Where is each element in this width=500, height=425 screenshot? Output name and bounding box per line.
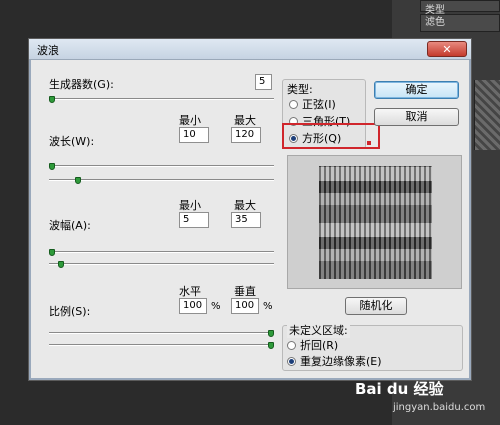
close-button[interactable]: ✕ <box>427 41 467 57</box>
type-group-label: 类型: <box>287 83 313 96</box>
scale-vertical-input[interactable]: 100 <box>231 298 259 314</box>
wavelength-max-header: 最大 <box>234 114 256 127</box>
wavelength-label: 波长(W): <box>49 135 95 148</box>
radio-icon <box>287 356 296 366</box>
generators-label: 生成器数(G): <box>49 78 114 91</box>
watermark-url: jingyan.baidu.com <box>393 402 486 413</box>
wrap-around-radio[interactable]: 折回(R) <box>287 337 338 353</box>
undefined-area-label: 未定义区域: <box>287 322 350 338</box>
annotation-dot <box>367 141 371 145</box>
dialog-titlebar[interactable]: 波浪 ✕ <box>29 39 471 60</box>
scale-vertical-unit: % <box>263 301 273 312</box>
amplitude-min-slider-thumb[interactable] <box>49 249 55 256</box>
panel-tab-filter-label: 滤色 <box>425 17 445 28</box>
annotation-highlight-box <box>282 123 380 149</box>
repeat-edge-pixels-radio[interactable]: 重复边缘像素(E) <box>287 353 382 369</box>
amplitude-max-input[interactable]: 35 <box>231 212 261 228</box>
panel-tab-filter[interactable]: 滤色 <box>420 14 500 32</box>
scale-horizontal-unit: % <box>211 301 221 312</box>
panel-tab-type[interactable]: 类型 <box>420 0 500 16</box>
amplitude-min-slider-track[interactable] <box>49 251 274 253</box>
generators-slider-track[interactable] <box>49 98 274 100</box>
scale-horizontal-header: 水平 <box>179 285 201 298</box>
baidu-logo-watermark: Bai du 经验 <box>355 380 444 398</box>
type-sine-radio[interactable]: 正弦(I) <box>289 96 336 112</box>
layer-thumbnail <box>474 80 500 150</box>
wrap-around-label: 折回(R) <box>300 339 339 352</box>
preview-area <box>287 155 462 289</box>
scale-vertical-slider-track[interactable] <box>49 344 274 346</box>
wave-dialog: 波浪 ✕ 生成器数(G): 5 最小 最大 波长(W): 10 120 最小 最… <box>28 38 472 381</box>
wavelength-max-slider-track[interactable] <box>49 179 274 181</box>
generators-slider-thumb[interactable] <box>49 96 55 103</box>
amplitude-min-input[interactable]: 5 <box>179 212 209 228</box>
wavelength-min-slider-thumb[interactable] <box>49 163 55 170</box>
wave-preview-image <box>319 166 432 279</box>
dialog-title: 波浪 <box>37 44 59 57</box>
cancel-button[interactable]: 取消 <box>374 108 459 126</box>
wavelength-min-header: 最小 <box>179 114 201 127</box>
amplitude-max-slider-track[interactable] <box>49 263 274 265</box>
radio-icon <box>289 99 298 109</box>
randomize-button[interactable]: 随机化 <box>345 297 407 315</box>
wavelength-max-input[interactable]: 120 <box>231 127 261 143</box>
wavelength-min-input[interactable]: 10 <box>179 127 209 143</box>
wavelength-max-slider-thumb[interactable] <box>75 177 82 184</box>
scale-horizontal-slider-track[interactable] <box>49 332 274 334</box>
ok-button[interactable]: 确定 <box>374 81 459 99</box>
scale-vertical-header: 垂直 <box>234 285 256 298</box>
amplitude-max-slider-thumb[interactable] <box>57 261 64 268</box>
amplitude-max-header: 最大 <box>234 199 256 212</box>
scale-horizontal-slider-thumb[interactable] <box>268 330 274 337</box>
radio-icon <box>287 340 296 350</box>
amplitude-min-header: 最小 <box>179 199 201 212</box>
close-icon: ✕ <box>442 43 452 56</box>
scale-vertical-slider-thumb[interactable] <box>268 342 274 349</box>
amplitude-label: 波幅(A): <box>49 219 91 232</box>
generators-input[interactable]: 5 <box>255 74 272 90</box>
wavelength-min-slider-track[interactable] <box>49 165 274 167</box>
scale-horizontal-input[interactable]: 100 <box>179 298 207 314</box>
scale-label: 比例(S): <box>49 305 91 318</box>
type-sine-label: 正弦(I) <box>302 98 336 111</box>
repeat-edge-pixels-label: 重复边缘像素(E) <box>300 355 382 368</box>
